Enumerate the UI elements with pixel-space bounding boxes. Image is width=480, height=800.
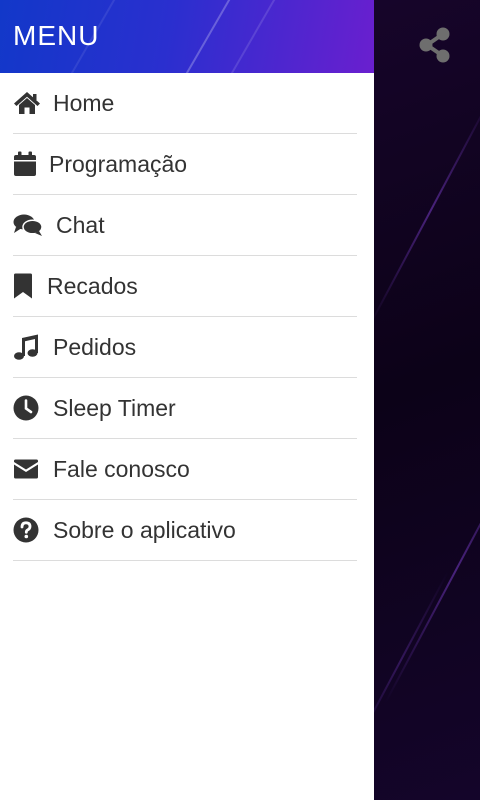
navigation-drawer: MENU Home Programação Chat Recados Pedid… bbox=[0, 0, 374, 800]
clock-icon bbox=[13, 393, 43, 423]
menu-item-sobre-o-aplicativo[interactable]: Sobre o aplicativo bbox=[13, 500, 357, 561]
question-circle-icon bbox=[13, 515, 43, 545]
menu-item-label: Sleep Timer bbox=[53, 394, 176, 421]
share-icon bbox=[418, 27, 452, 68]
menu-item-label: Pedidos bbox=[53, 333, 137, 360]
menu-item-label: Home bbox=[53, 89, 115, 116]
drawer-header: MENU bbox=[0, 0, 374, 73]
music-icon bbox=[13, 332, 43, 362]
menu-item-pedidos[interactable]: Pedidos bbox=[13, 317, 357, 378]
bookmark-icon bbox=[13, 271, 43, 301]
menu-item-label: Fale conosco bbox=[53, 455, 190, 482]
menu-item-sleep-timer[interactable]: Sleep Timer bbox=[13, 378, 357, 439]
menu-item-label: Programação bbox=[49, 150, 188, 177]
drawer-menu: Home Programação Chat Recados Pedidos Sl… bbox=[0, 73, 374, 561]
menu-item-label: Recados bbox=[47, 272, 138, 299]
home-icon bbox=[13, 88, 43, 118]
envelope-icon bbox=[13, 454, 43, 484]
calendar-icon bbox=[13, 149, 43, 179]
menu-item-chat[interactable]: Chat bbox=[13, 195, 357, 256]
app-screen: MENU Home Programação Chat Recados Pedid… bbox=[0, 0, 480, 800]
menu-item-home[interactable]: Home bbox=[13, 73, 357, 134]
chat-icon bbox=[13, 210, 43, 240]
background-streak bbox=[369, 94, 480, 326]
menu-item-label: Chat bbox=[56, 211, 105, 238]
menu-item-recados[interactable]: Recados bbox=[13, 256, 357, 317]
drawer-title: MENU bbox=[13, 20, 100, 51]
menu-item-programacao[interactable]: Programação bbox=[13, 134, 357, 195]
menu-item-label: Sobre o aplicativo bbox=[53, 516, 236, 543]
share-button[interactable] bbox=[414, 26, 456, 68]
menu-item-fale-conosco[interactable]: Fale conosco bbox=[13, 439, 357, 500]
